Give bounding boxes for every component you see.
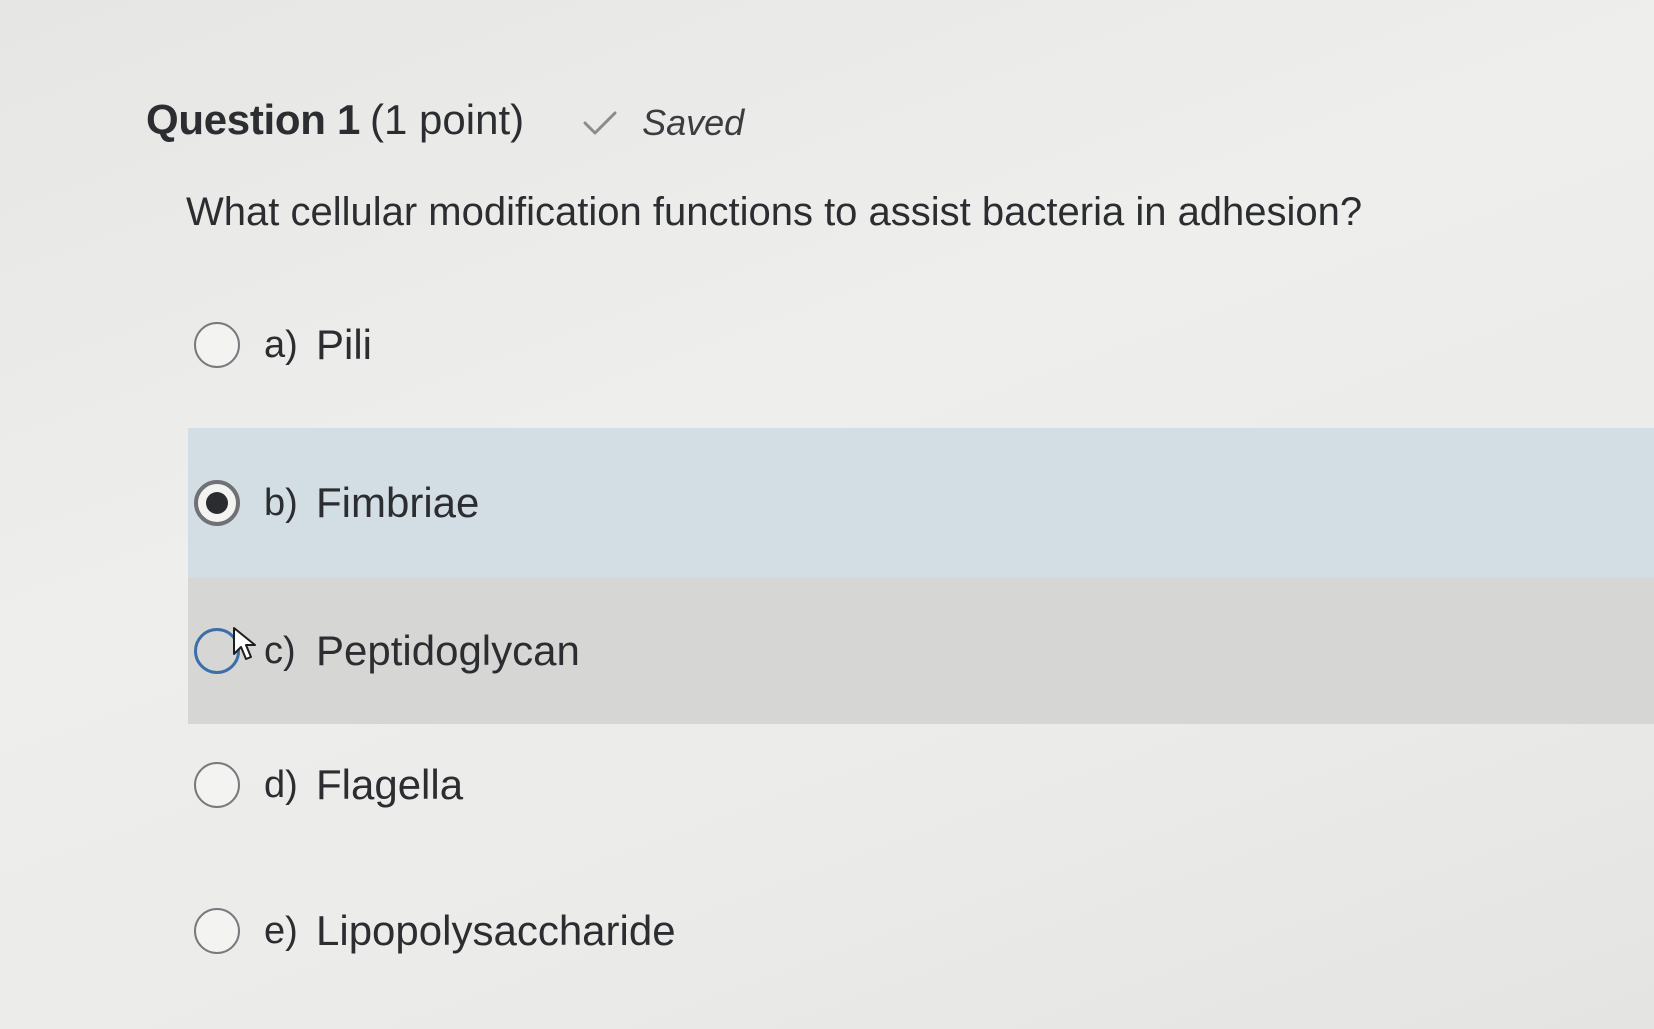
saved-label: Saved [642, 102, 745, 143]
option-label: Flagella [316, 761, 464, 808]
option-letter: a) [264, 323, 298, 366]
mouse-cursor-icon [233, 627, 256, 660]
option-d[interactable]: d) Flagella [188, 730, 1654, 840]
option-letter: c) [264, 629, 296, 672]
option-a[interactable]: a) Pili [188, 300, 1654, 390]
option-letter: d) [264, 763, 298, 806]
radio-option-a[interactable] [194, 322, 240, 368]
question-title: Question 1 [146, 96, 361, 143]
option-e[interactable]: e) Lipopolysaccharide [188, 876, 1654, 986]
question-text: What cellular modification functions to … [186, 190, 1363, 234]
radio-option-b[interactable] [194, 480, 240, 526]
option-label: Pili [316, 321, 373, 368]
saved-status: Saved [582, 102, 744, 144]
option-letter: b) [264, 481, 298, 524]
option-label: Peptidoglycan [316, 627, 580, 674]
check-icon [583, 111, 617, 135]
option-c[interactable]: c) Peptidoglycan [188, 578, 1654, 724]
option-b[interactable]: b) Fimbriae [188, 428, 1654, 578]
question-points: (1 point) [370, 96, 525, 143]
radio-option-d[interactable] [194, 762, 240, 808]
radio-option-e[interactable] [194, 908, 240, 954]
option-label: Fimbriae [316, 479, 480, 526]
option-label: Lipopolysaccharide [316, 907, 676, 954]
question-header: Question 1 (1 point) Saved [146, 96, 744, 144]
option-letter: e) [264, 909, 298, 952]
